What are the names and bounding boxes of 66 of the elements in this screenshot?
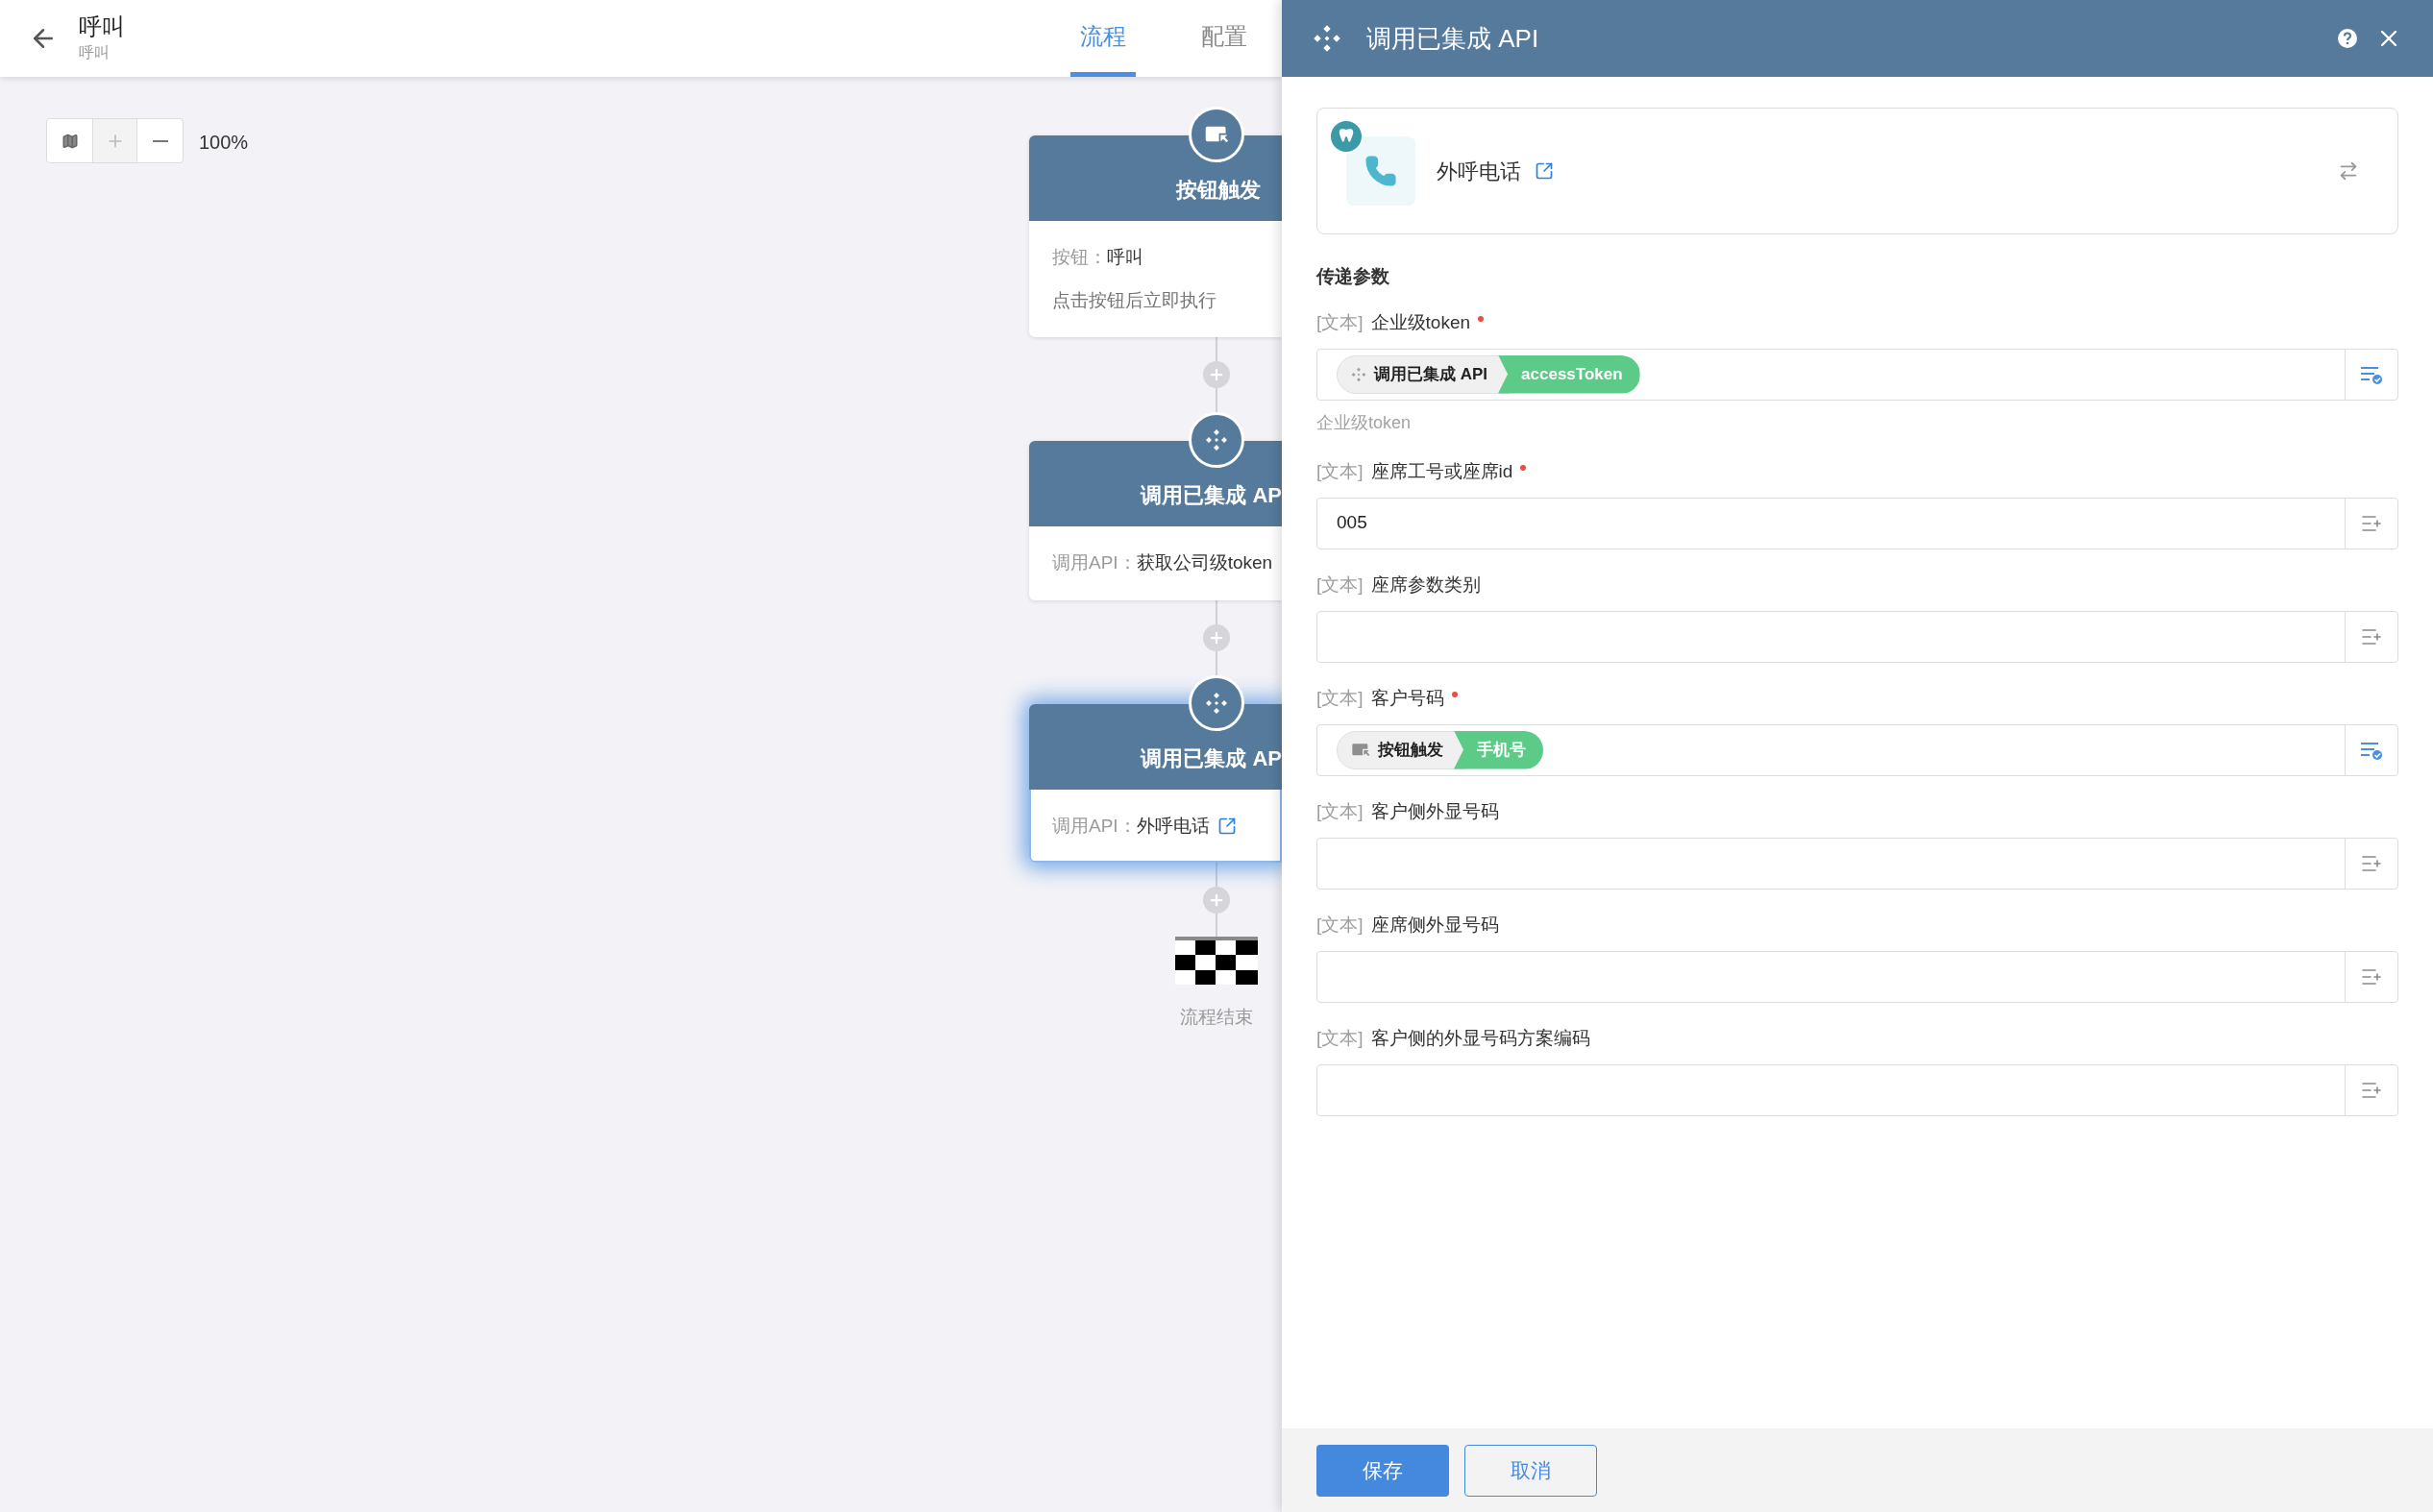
field-type-tag: [文本] xyxy=(1316,572,1364,599)
page-title: 呼叫 xyxy=(79,12,125,41)
node-value: 获取公司级token xyxy=(1136,551,1273,574)
tab[interactable]: 配置 xyxy=(1192,0,1257,77)
field-type-tag: [文本] xyxy=(1316,1025,1364,1053)
add-step-button[interactable] xyxy=(1203,361,1230,388)
field-type-tag: [文本] xyxy=(1316,309,1364,337)
external-link-icon[interactable] xyxy=(1216,816,1237,836)
app-name: 外呼电话 xyxy=(1437,158,1521,185)
input-field[interactable] xyxy=(1316,950,2398,1003)
field-value: 005 xyxy=(1337,511,1367,535)
node-label: 调用API： xyxy=(1052,814,1137,838)
node-label: 调用API： xyxy=(1052,551,1137,574)
node-value: 呼叫 xyxy=(1107,246,1143,269)
zoom-percentage: 100% xyxy=(199,131,249,155)
flow-node-card[interactable]: 调用已集成 AP 调用API：获取公司级token xyxy=(1029,441,1282,600)
input-field[interactable]: 005 xyxy=(1316,497,2398,549)
node-label: 点击按钮后立即执行 xyxy=(1052,288,1216,312)
section-title: 传递参数 xyxy=(1316,265,1390,288)
field-label: 座席侧外显号码 xyxy=(1370,914,1499,938)
node-label: 按钮： xyxy=(1052,246,1107,269)
diamonds-icon xyxy=(1205,428,1228,451)
field-type-tag: [文本] xyxy=(1316,458,1364,486)
minus-icon xyxy=(152,139,168,142)
plus-icon xyxy=(1208,366,1225,383)
field-label: 座席参数类别 xyxy=(1370,573,1481,597)
field-type-tag: [文本] xyxy=(1316,798,1364,826)
add-step-button[interactable] xyxy=(1203,623,1230,651)
node-value: 外呼电话 xyxy=(1136,814,1210,838)
field-hint: 企业级token xyxy=(1316,411,1413,434)
help-icon[interactable] xyxy=(2337,28,2358,49)
field-type-tag: [文本] xyxy=(1316,912,1364,939)
checkered-flag-icon xyxy=(1175,937,1258,985)
tooth-badge-icon xyxy=(1329,119,1364,154)
map-icon xyxy=(61,132,79,150)
field-label: 客户侧外显号码 xyxy=(1370,800,1499,824)
diamonds-icon xyxy=(1351,366,1366,382)
page-subtitle: 呼叫 xyxy=(79,43,111,62)
field-label: 企业级token xyxy=(1370,311,1471,335)
field-type-tag: [文本] xyxy=(1316,685,1364,713)
swap-arrows-icon[interactable] xyxy=(2338,160,2359,182)
window-cursor-icon xyxy=(1204,124,1229,145)
node-title: 按钮触发 xyxy=(1176,177,1261,204)
input-field[interactable] xyxy=(1316,610,2398,663)
external-link-icon[interactable] xyxy=(1535,161,1554,181)
diamonds-icon xyxy=(1205,691,1228,715)
plus-icon xyxy=(1208,891,1225,909)
flow-end-label: 流程结束 xyxy=(1180,1006,1253,1029)
field-label: 座席工号或座席id xyxy=(1370,460,1513,484)
flow-node-card[interactable]: 调用已集成 AP 调用API：外呼电话 xyxy=(1029,703,1282,863)
add-step-button[interactable] xyxy=(1203,887,1230,914)
node-title: 调用已集成 AP xyxy=(1141,744,1282,772)
input-field[interactable]: 调用已集成 API accessToken xyxy=(1316,348,2398,401)
input-field[interactable] xyxy=(1316,837,2398,890)
save-button[interactable]: 保存 xyxy=(1316,1444,1449,1497)
window-cursor-icon xyxy=(1351,742,1370,758)
field-label: 客户号码 xyxy=(1370,687,1444,711)
input-field[interactable]: 按钮触发 手机号 xyxy=(1316,723,2398,776)
field-label: 客户侧的外显号码方案编码 xyxy=(1370,1027,1590,1051)
diamonds-icon xyxy=(1313,24,1341,53)
node-title: 调用已集成 AP xyxy=(1141,482,1282,509)
flow-node-card[interactable]: 按钮触发 按钮：呼叫 点击按钮后立即执行 xyxy=(1029,135,1282,337)
source-chip[interactable]: 按钮触发 xyxy=(1337,730,1465,769)
panel-title: 调用已集成 API xyxy=(1366,22,1539,55)
input-field[interactable] xyxy=(1316,1063,2398,1116)
phone-icon xyxy=(1364,155,1397,187)
